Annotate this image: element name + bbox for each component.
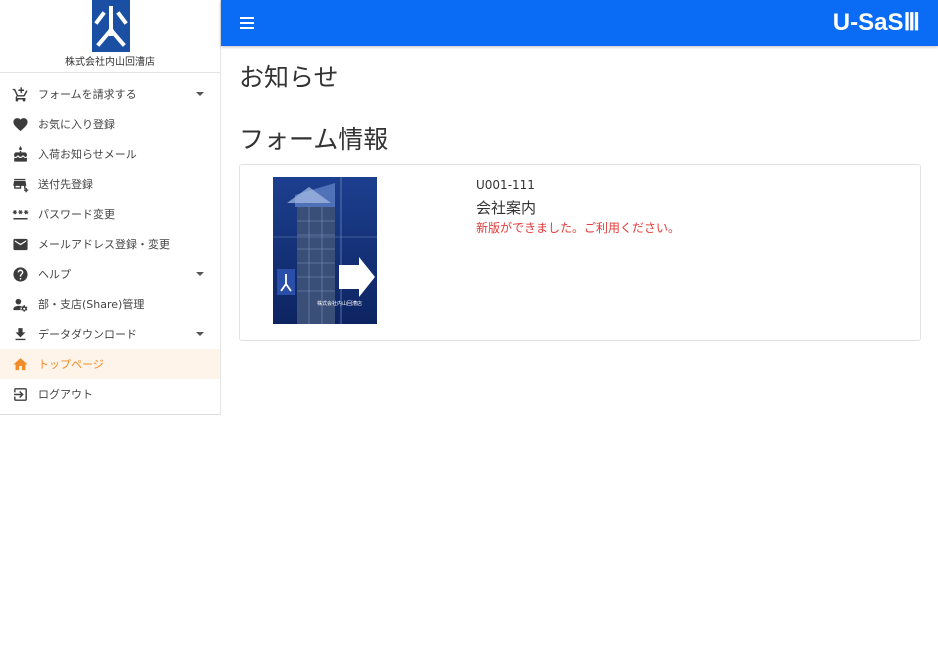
form-code: U001-111 <box>476 178 535 192</box>
form-name[interactable]: 会社案内 <box>476 197 536 218</box>
sidebar-item-destination[interactable]: 送付先登録 <box>0 169 220 199</box>
store-plus-icon <box>11 175 29 193</box>
user-cog-icon <box>11 295 29 313</box>
hamburger-menu-icon[interactable] <box>240 17 254 29</box>
sidebar-item-label: 入荷お知らせメール <box>38 148 137 161</box>
sidebar-item-favorites[interactable]: お気に入り登録 <box>0 109 220 139</box>
sidebar-item-password[interactable]: パスワード変更 <box>0 199 220 229</box>
sidebar-item-data-download[interactable]: データダウンロード <box>0 319 220 349</box>
sidebar-item-share-management[interactable]: 部・支店(Share)管理 <box>0 289 220 319</box>
page-title: お知らせ <box>239 63 339 92</box>
top-app-bar: U-SaSⅢ <box>221 0 938 46</box>
sidebar: 株式会社内山回漕店 フォームを請求する お気に入り登録 入荷お知らせメール 送付… <box>0 0 221 415</box>
brochure-cover-image: 株式会社内山回漕店 <box>273 177 377 324</box>
company-logo-icon <box>94 6 128 47</box>
section-title: フォーム情報 <box>239 125 389 154</box>
sidebar-item-email[interactable]: メールアドレス登録・変更 <box>0 229 220 259</box>
sidebar-item-top-page[interactable]: トップページ <box>0 349 220 379</box>
help-icon <box>11 265 29 283</box>
app-title: U-SaSⅢ <box>832 9 920 36</box>
sidebar-item-request-form[interactable]: フォームを請求する <box>0 79 220 109</box>
sidebar-item-label: 送付先登録 <box>38 178 93 191</box>
mail-icon <box>11 235 29 253</box>
password-icon <box>11 205 29 223</box>
sidebar-item-label: メールアドレス登録・変更 <box>38 238 170 251</box>
sidebar-nav: フォームを請求する お気に入り登録 入荷お知らせメール 送付先登録 パスワード変… <box>0 73 220 409</box>
heart-icon <box>11 115 29 133</box>
thumbnail-caption: 株式会社内山回漕店 <box>317 300 362 307</box>
sidebar-item-label: 部・支店(Share)管理 <box>38 298 145 311</box>
sidebar-item-label: トップページ <box>38 358 104 371</box>
download-icon <box>11 325 29 343</box>
company-logo[interactable] <box>92 0 130 52</box>
chevron-down-icon <box>196 332 204 336</box>
sidebar-item-label: パスワード変更 <box>38 208 115 221</box>
form-notice: 新版ができました。ご利用ください。 <box>476 221 681 235</box>
brand-area: 株式会社内山回漕店 <box>0 0 220 73</box>
sidebar-item-arrival-mail[interactable]: 入荷お知らせメール <box>0 139 220 169</box>
cart-icon <box>11 85 29 103</box>
form-thumbnail[interactable]: 株式会社内山回漕店 <box>273 177 377 324</box>
sidebar-item-label: フォームを請求する <box>38 88 137 101</box>
home-icon <box>11 355 29 373</box>
sidebar-item-label: データダウンロード <box>38 328 137 341</box>
form-info-card: 株式会社内山回漕店 U001-111 会社案内 新版ができました。ご利用ください… <box>239 164 921 341</box>
sidebar-item-label: お気に入り登録 <box>38 118 115 131</box>
sidebar-item-label: ログアウト <box>38 388 93 401</box>
cake-icon <box>11 145 29 163</box>
chevron-down-icon <box>196 272 204 276</box>
company-name: 株式会社内山回漕店 <box>65 57 155 68</box>
sidebar-item-logout[interactable]: ログアウト <box>0 379 220 409</box>
logout-icon <box>11 385 29 403</box>
chevron-down-icon <box>196 92 204 96</box>
sidebar-item-help[interactable]: ヘルプ <box>0 259 220 289</box>
sidebar-item-label: ヘルプ <box>38 268 71 281</box>
